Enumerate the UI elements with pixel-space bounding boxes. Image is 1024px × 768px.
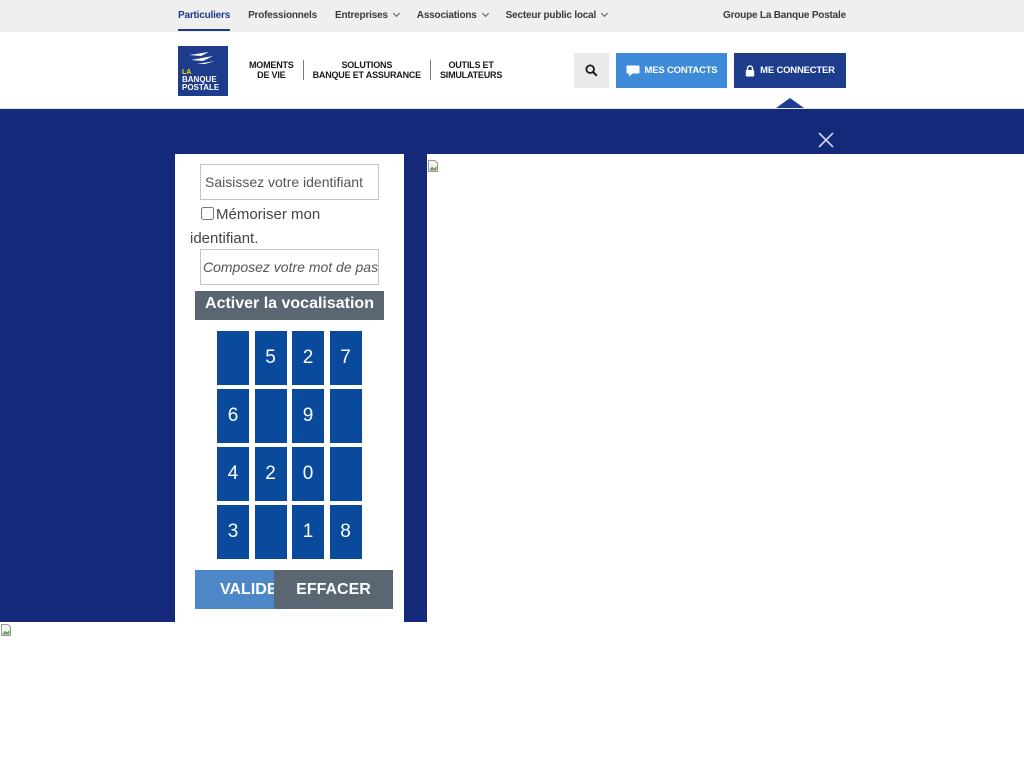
keypad-key[interactable]: 9 <box>292 389 324 443</box>
bank-logo[interactable]: LA BANQUE POSTALE <box>178 46 228 96</box>
keypad-key[interactable]: 8 <box>329 505 362 559</box>
segment-secteur-public-local[interactable]: Secteur public local <box>505 0 609 32</box>
remember-checkbox[interactable] <box>201 207 214 220</box>
chat-icon <box>626 65 640 76</box>
segment-label: Professionnels <box>248 10 317 21</box>
connect-pointer <box>776 98 804 108</box>
keypad-key[interactable] <box>329 389 362 443</box>
segment-entreprises[interactable]: Entreprises <box>334 0 400 32</box>
password-input[interactable] <box>200 249 379 285</box>
contacts-label: MES CONTACTS <box>644 65 718 76</box>
keypad-key[interactable]: 7 <box>329 331 362 385</box>
keypad-key[interactable]: 6 <box>217 389 249 443</box>
keypad-key[interactable]: 2 <box>292 331 324 385</box>
keypad-key[interactable]: 2 <box>254 447 287 501</box>
logo-bird-icon <box>189 52 215 64</box>
broken-image-icon <box>1 624 11 636</box>
nav-label-line2: BANQUE ET ASSURANCE <box>312 69 422 80</box>
search-icon <box>585 64 598 77</box>
nav-solutions[interactable]: SOLUTIONS BANQUE ET ASSURANCE <box>302 59 430 80</box>
logo-text-line3: POSTALE <box>182 83 220 92</box>
login-overlay-bar <box>0 109 1024 154</box>
segment-nav: Particuliers Professionnels Entreprises … <box>178 0 625 32</box>
group-link[interactable]: Groupe La Banque Postale <box>723 0 846 32</box>
lock-icon <box>745 64 755 76</box>
nav-outils[interactable]: OUTILS ET SIMULATEURS <box>429 59 511 80</box>
segment-label: Particuliers <box>178 10 231 21</box>
close-icon[interactable] <box>817 131 835 149</box>
virtual-keypad: 5 2 7 6 9 4 2 0 3 1 8 <box>217 331 367 559</box>
remember-row: Mémoriser mon identifiant. <box>190 203 390 251</box>
segment-label: Associations <box>416 10 477 21</box>
identifier-input[interactable] <box>200 164 379 200</box>
site-header: LA BANQUE POSTALE MOMENTS DE VIE SOLUTIO… <box>0 32 1024 109</box>
keypad-key[interactable] <box>254 505 287 559</box>
keypad-key[interactable]: 3 <box>217 505 249 559</box>
keypad-key[interactable] <box>254 389 287 443</box>
login-overlay-left <box>0 154 175 622</box>
vocalisation-button[interactable]: Activer la vocalisation <box>195 291 384 320</box>
main-nav: MOMENTS DE VIE SOLUTIONS BANQUE ET ASSUR… <box>240 56 511 83</box>
keypad-key[interactable] <box>217 331 249 385</box>
broken-image-icon <box>428 160 438 172</box>
contacts-button[interactable]: MES CONTACTS <box>616 53 727 88</box>
chevron-down-icon <box>392 9 400 18</box>
keypad-key[interactable]: 1 <box>292 505 324 559</box>
top-bar: Particuliers Professionnels Entreprises … <box>0 0 1024 32</box>
chevron-down-icon <box>481 9 489 18</box>
clear-button[interactable]: EFFACER <box>274 570 393 609</box>
login-form: Mémoriser mon identifiant. Activer la vo… <box>175 154 404 622</box>
segment-particuliers[interactable]: Particuliers <box>178 0 230 32</box>
keypad-key[interactable]: 4 <box>217 447 249 501</box>
search-button[interactable] <box>574 53 609 88</box>
segment-professionnels[interactable]: Professionnels <box>248 0 317 32</box>
nav-label-line1: SOLUTIONS <box>341 59 393 70</box>
login-overlay-gutter <box>404 154 427 622</box>
connect-label: ME CONNECTER <box>760 65 835 76</box>
segment-label: Secteur public local <box>505 10 597 21</box>
nav-label-line1: MOMENTS <box>249 59 294 70</box>
chevron-down-icon <box>601 9 609 18</box>
keypad-key[interactable] <box>329 447 362 501</box>
nav-label-line2: DE VIE <box>257 69 286 80</box>
segment-label: Entreprises <box>334 10 388 21</box>
validate-button[interactable]: VALIDER <box>195 570 275 609</box>
keypad-key[interactable]: 0 <box>292 447 324 501</box>
nav-label-line1: OUTILS ET <box>448 59 494 70</box>
connect-button[interactable]: ME CONNECTER <box>734 53 846 88</box>
nav-moments-de-vie[interactable]: MOMENTS DE VIE <box>240 60 303 80</box>
nav-label-line2: SIMULATEURS <box>439 69 503 80</box>
keypad-key[interactable]: 5 <box>254 331 287 385</box>
segment-associations[interactable]: Associations <box>416 0 489 32</box>
